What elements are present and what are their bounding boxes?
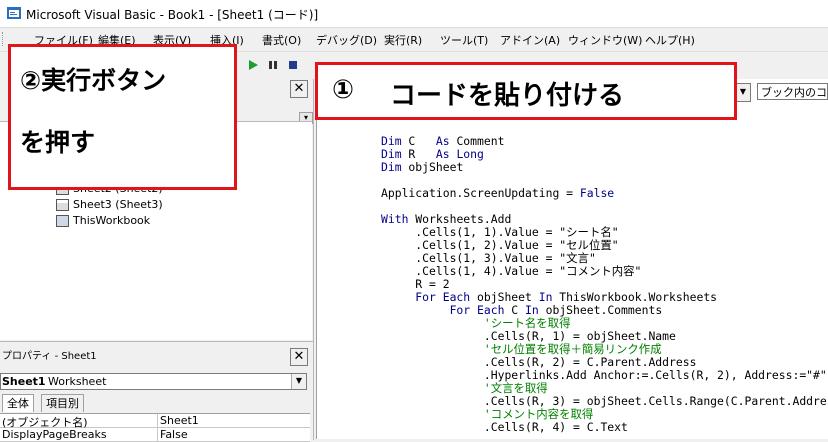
code-text: objSheet: [401, 160, 464, 174]
tree-item-thisworkbook[interactable]: ThisWorkbook: [56, 214, 150, 227]
procedure-selector[interactable]: ブック内のコ: [757, 83, 828, 100]
code-text: C: [401, 134, 436, 148]
code-keyword: For Each: [381, 290, 471, 304]
pause-icon[interactable]: [266, 58, 280, 72]
object-name: Sheet1: [2, 375, 46, 388]
menu-grip-handle[interactable]: [2, 32, 6, 46]
code-text: .Cells(1, 2).Value = "セル位置": [381, 238, 619, 252]
menu-window[interactable]: ウィンドウ(W): [568, 32, 642, 48]
callout-step2-line2: を押す: [20, 128, 96, 157]
code-text: .Cells(R, 1) = objSheet.Name: [381, 329, 676, 343]
tab-categorized[interactable]: 項目別: [41, 394, 84, 412]
code-comment: '文言を取得: [381, 381, 548, 395]
code-text: .Cells(R, 4) = C.Text: [381, 420, 628, 434]
property-value: False: [160, 428, 188, 441]
code-text: ThisWorkbook.Worksheets: [552, 290, 718, 304]
window-title: Microsoft Visual Basic - Book1 - [Sheet1…: [26, 8, 319, 22]
code-text: .Cells(1, 3).Value = "文言": [381, 251, 596, 265]
tab-alphabetic[interactable]: 全体: [2, 394, 34, 412]
code-editor[interactable]: Dim C As Comment Dim R As Long Dim objShee…: [381, 135, 828, 434]
callout-step1-number: ①: [332, 75, 355, 105]
property-key: DisplayPageBreaks: [2, 428, 107, 441]
code-keyword: Dim: [381, 160, 402, 174]
code-text: objSheet: [470, 290, 539, 304]
code-text: Comment: [449, 134, 505, 148]
code-keyword: Dim: [381, 147, 402, 161]
callout-paste-code: ① コードを貼り付ける: [315, 62, 737, 120]
code-text: R = 2: [381, 277, 450, 291]
code-text: Application.ScreenUpdating =: [381, 186, 580, 200]
properties-window: プロパティ - Sheet1 ✕ Sheet1 Worksheet ▼ 全体 項…: [0, 341, 314, 442]
callout-step1-text: コードを貼り付ける: [390, 81, 625, 111]
stop-icon[interactable]: [286, 58, 300, 72]
tree-item-label: Sheet3 (Sheet3): [73, 198, 163, 211]
property-value: Sheet1: [160, 414, 199, 427]
code-comment: 'セル位置を取得＋簡易リンク作成: [381, 342, 662, 356]
callout-step2-line1: ②実行ボタン: [20, 66, 167, 95]
code-keyword: For Each: [381, 303, 505, 317]
code-comment: 'コメント内容を取得: [381, 407, 594, 421]
code-text: R: [401, 147, 436, 161]
project-close-button[interactable]: ✕: [290, 80, 308, 98]
code-keyword: As Long: [435, 147, 484, 161]
menu-run[interactable]: 実行(R): [384, 32, 422, 48]
tree-item-label: ThisWorkbook: [73, 214, 151, 227]
object-selector[interactable]: Sheet1 Worksheet ▼: [0, 373, 307, 390]
menu-help[interactable]: ヘルプ(H): [645, 32, 695, 48]
chevron-down-icon[interactable]: ▼: [291, 374, 306, 389]
property-row[interactable]: (オブジェクト名) Sheet1: [0, 414, 310, 429]
workbook-icon: [56, 214, 69, 227]
properties-grid: (オブジェクト名) Sheet1 DisplayPageBreaks False: [0, 413, 310, 442]
play-icon[interactable]: [246, 58, 260, 72]
code-text: C: [504, 303, 526, 317]
code-text: .Cells(R, 3) = objSheet.Cells.Range(C.Pa…: [381, 394, 828, 408]
menu-format[interactable]: 書式(O): [262, 32, 301, 48]
menu-tools[interactable]: ツール(T): [440, 32, 488, 48]
code-keyword: In: [538, 290, 553, 304]
chevron-down-icon[interactable]: ▼: [735, 83, 751, 102]
grid-divider: [157, 414, 158, 427]
vba-app-icon: [7, 7, 21, 19]
code-text: objSheet.Comments: [538, 303, 663, 317]
code-line[interactable]: .Cells(R, 4) = C.Text: [381, 421, 828, 434]
code-line[interactable]: Application.ScreenUpdating = False: [381, 187, 828, 200]
code-text: .Cells(1, 1).Value = "シート名": [381, 225, 619, 239]
code-line[interactable]: Dim objSheet: [381, 161, 828, 174]
tree-item-sheet3[interactable]: Sheet3 (Sheet3): [56, 198, 163, 211]
grid-divider: [157, 428, 158, 441]
code-keyword: False: [579, 186, 615, 200]
properties-close-button[interactable]: ✕: [290, 348, 308, 366]
code-text: .Cells(1, 4).Value = "コメント内容": [381, 264, 642, 278]
property-row[interactable]: DisplayPageBreaks False: [0, 428, 310, 442]
code-keyword: In: [525, 303, 539, 317]
menu-debug[interactable]: デバッグ(D): [316, 32, 377, 48]
code-keyword: Dim: [381, 134, 402, 148]
title-bar: Microsoft Visual Basic - Book1 - [Sheet1…: [0, 0, 828, 28]
object-type: Worksheet: [48, 375, 107, 388]
code-text: .Cells(R, 2) = C.Parent.Address: [381, 355, 697, 369]
code-keyword: As: [435, 134, 450, 148]
code-comment: 'シート名を取得: [381, 316, 571, 330]
sheet-icon: [56, 198, 69, 211]
code-text: Worksheets.Add: [408, 212, 512, 226]
code-text: .Hyperlinks.Add Anchor:=.Cells(R, 2), Ad…: [381, 368, 828, 382]
callout-run-button: ②実行ボタン を押す: [8, 44, 237, 190]
code-keyword: With: [381, 212, 409, 226]
properties-title: プロパティ - Sheet1: [2, 351, 97, 362]
menu-addins[interactable]: アドイン(A): [500, 32, 560, 48]
